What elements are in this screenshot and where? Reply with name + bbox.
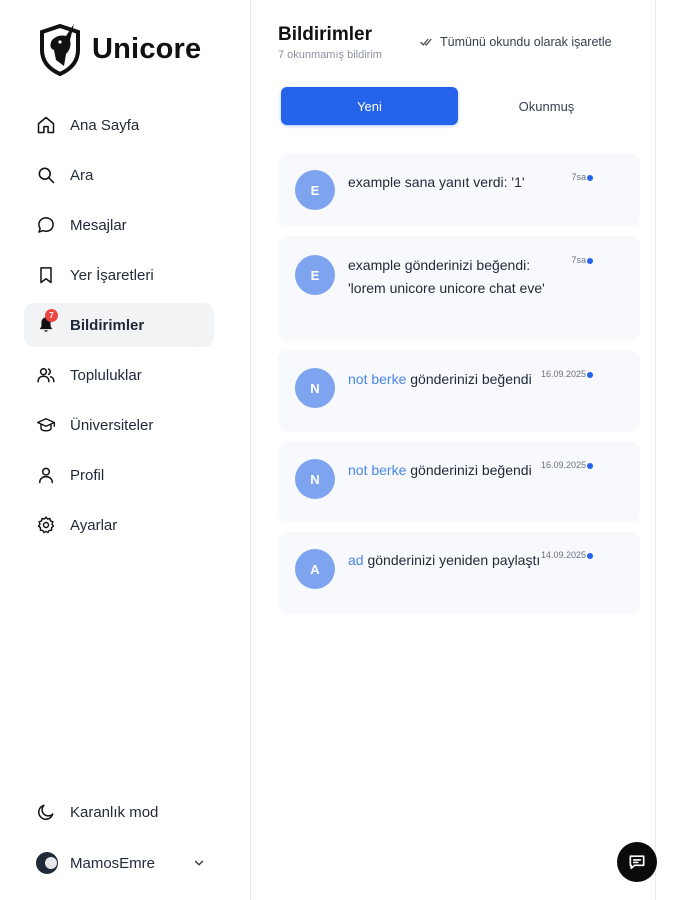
sidebar-item-messages[interactable]: Mesajlar [24,203,214,247]
sidebar-item-label: Profil [70,466,105,484]
mark-all-read-button[interactable]: Tümünü okundu olarak işaretle [420,35,612,49]
notification-time: 14.09.2025 [540,550,586,560]
gear-icon [36,515,56,535]
avatar: E [295,170,335,210]
notification-item[interactable]: E example gönderinizi beğendi: 'lorem un… [278,236,640,340]
unread-dot [587,372,593,378]
avatar: N [295,459,335,499]
notification-message: gönderinizi beğendi [406,462,532,478]
sidebar-item-home[interactable]: Ana Sayfa [24,103,214,147]
main-nav: Ana Sayfa Ara Mesajlar Yer İşaretleri 7 [24,103,214,553]
sidebar-item-communities[interactable]: Topluluklar [24,353,214,397]
notification-text: not berke gönderinizi beğendi [348,459,558,482]
notification-item[interactable]: E example sana yanıt verdi: '1' 7sa [278,153,640,226]
mark-all-read-label: Tümünü okundu olarak işaretle [440,35,612,49]
unread-dot [587,258,593,264]
notification-text: not berke gönderinizi beğendi [348,368,558,391]
notification-badge: 7 [45,309,58,322]
sidebar-item-label: Ara [70,166,94,184]
chat-icon [629,855,645,870]
unread-count: 7 okunmamış bildirim [278,49,382,61]
avatar: N [295,368,335,408]
bell-icon: 7 [36,309,58,335]
sidebar-item-label: Mesajlar [70,216,127,234]
notification-message: gönderinizi beğendi [406,371,532,387]
home-icon [36,115,56,135]
dark-mode-toggle[interactable]: Karanlık mod [36,802,158,822]
sidebar-item-label: Yer İşaretleri [70,266,154,284]
actor-link[interactable]: not berke [348,371,406,387]
tab-read[interactable]: Okunmuş [458,87,635,125]
notification-item[interactable]: N not berke gönderinizi beğendi 16.09.20… [278,350,640,431]
notification-text: example sana yanıt verdi: '1' [348,171,558,194]
app-name: Unicore [92,32,202,65]
sidebar-item-profile[interactable]: Profil [24,453,214,497]
page-title: Bildirimler [278,24,372,45]
avatar: A [295,549,335,589]
notification-time: 7sa [571,255,586,265]
notification-tabs: Yeni Okunmuş [281,87,636,125]
sidebar-item-universities[interactable]: Üniversiteler [24,403,214,447]
logo[interactable]: Unicore [36,20,201,78]
chevron-down-icon [194,860,204,866]
sidebar-item-settings[interactable]: Ayarlar [24,503,214,547]
notification-item[interactable]: A ad gönderinizi yeniden paylaştı 14.09.… [278,532,640,613]
notifications-panel: Bildirimler 7 okunmamış bildirim Tümünü … [252,0,656,900]
moon-icon [36,802,56,822]
graduation-cap-icon [36,415,56,435]
sidebar-item-label: Topluluklar [70,366,142,384]
notification-message: example gönderinizi beğendi: 'lorem unic… [348,257,545,296]
notification-time: 16.09.2025 [540,460,586,470]
notification-text: example gönderinizi beğendi: 'lorem unic… [348,254,558,300]
notification-time: 7sa [571,172,586,182]
user-icon [36,465,56,485]
sidebar-item-label: Ana Sayfa [70,116,140,134]
user-menu[interactable]: MamosEmre [36,852,206,874]
sidebar-item-label: Üniversiteler [70,416,154,434]
actor-link[interactable]: ad [348,552,364,568]
unread-dot [587,175,593,181]
avatar: E [295,255,335,295]
unread-dot [587,463,593,469]
sidebar-item-notifications[interactable]: 7 Bildirimler [24,303,214,347]
user-name: MamosEmre [70,854,156,872]
sidebar-item-bookmarks[interactable]: Yer İşaretleri [24,253,214,297]
sidebar-item-label: Ayarlar [70,516,118,534]
sidebar-item-search[interactable]: Ara [24,153,214,197]
dark-mode-label: Karanlık mod [70,803,159,821]
notification-message: example sana yanıt verdi: '1' [348,174,525,190]
tab-new[interactable]: Yeni [281,87,458,125]
notification-list: E example sana yanıt verdi: '1' 7sa E ex… [278,153,640,623]
notification-item[interactable]: N not berke gönderinizi beğendi 16.09.20… [278,441,640,522]
notification-message: gönderinizi yeniden paylaştı [363,552,541,568]
users-icon [36,365,56,385]
unread-dot [587,553,593,559]
sidebar-item-label: Bildirimler [70,316,145,334]
notification-text: ad gönderinizi yeniden paylaştı [348,549,558,572]
actor-link[interactable]: not berke [348,462,406,478]
notification-time: 16.09.2025 [540,369,586,379]
double-check-icon [420,38,432,46]
unicorn-logo-icon [40,23,80,77]
avatar [36,852,58,874]
chat-button[interactable] [617,842,657,882]
sidebar: Unicore Ana Sayfa Ara Mesajlar Yer İşare… [0,0,251,900]
search-icon [36,165,56,185]
message-icon [36,215,56,235]
bookmark-icon [36,265,56,285]
